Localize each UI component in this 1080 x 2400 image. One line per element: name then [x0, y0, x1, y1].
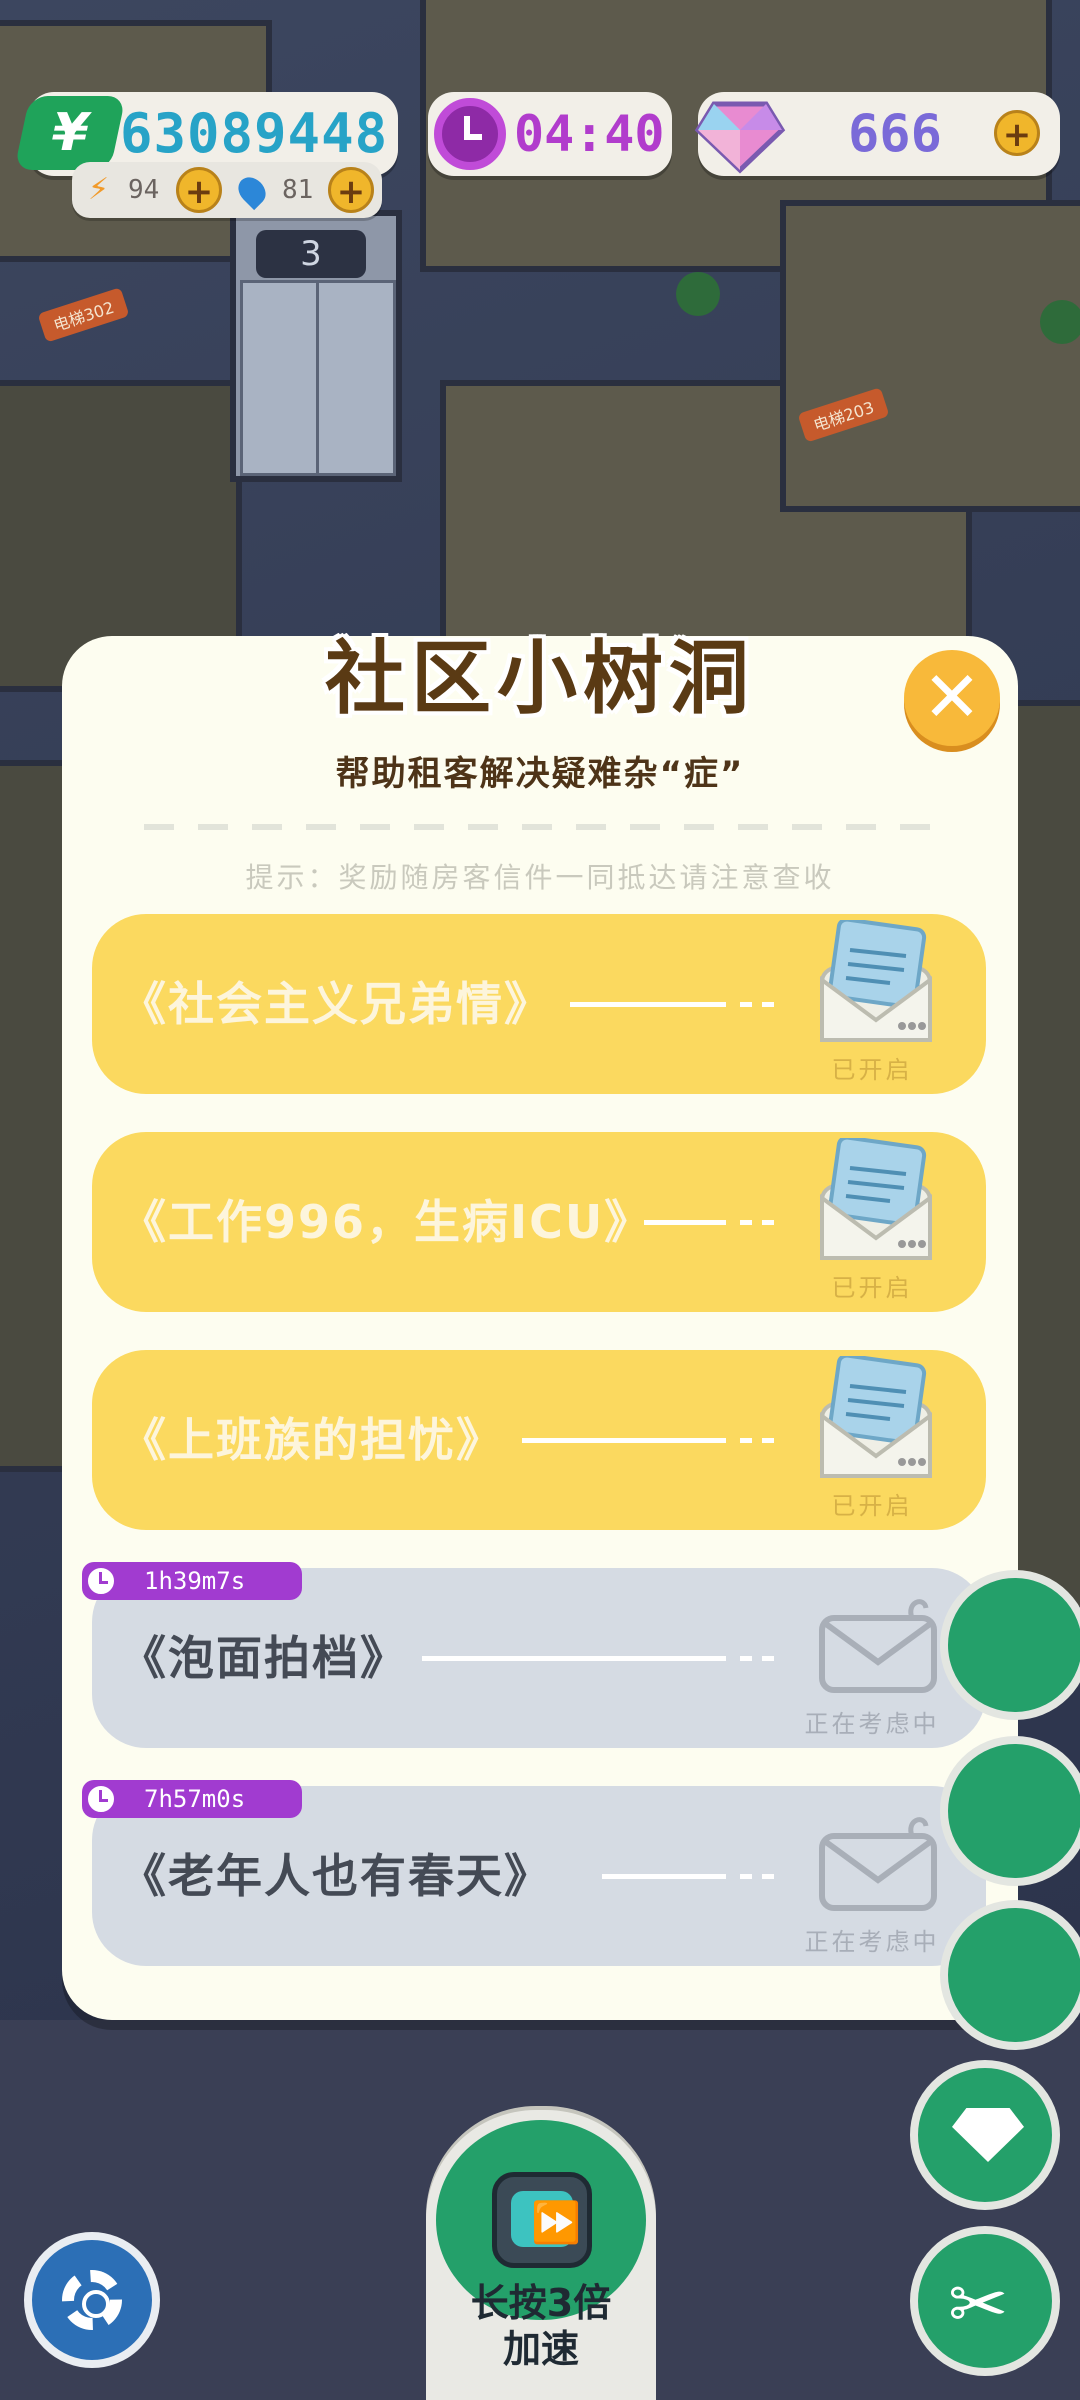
plant-decoration — [676, 272, 720, 316]
gem-display: 666 + — [694, 92, 1060, 176]
clock-icon — [434, 98, 506, 170]
elevator-door-right — [316, 280, 396, 476]
letter-dash-line — [644, 1220, 776, 1225]
side-menu-button[interactable] — [940, 1736, 1080, 1886]
dialog-subtitle: 帮助租客解决疑难杂“症” — [335, 754, 745, 794]
gem-value: 666 — [848, 104, 942, 164]
letter-row[interactable]: 《上班族的担忧》 已开启 — [92, 1350, 986, 1530]
tools-button[interactable]: ✂ — [910, 2226, 1060, 2376]
settings-button[interactable] — [24, 2232, 160, 2368]
hint-text: 提示：奖励随房客信件一同抵达请注意查收 — [245, 861, 835, 894]
speed-label-line2: 加速 — [502, 2327, 579, 2371]
closed-envelope-icon — [819, 1817, 937, 1911]
letter-row[interactable]: 《社会主义兄弟情》 已开启 — [92, 914, 986, 1094]
plant-decoration — [1040, 300, 1080, 344]
letter-title: 《社会主义兄弟情》 — [120, 977, 552, 1031]
letter-status: 正在考虑中 — [804, 1710, 940, 1738]
elevator-floor-display: 3 — [256, 230, 366, 278]
gem-icon — [694, 101, 786, 174]
water-drop-icon — [232, 171, 272, 211]
time-value: 04:40 — [514, 105, 665, 163]
letter-status: 已开启 — [831, 1492, 913, 1520]
open-envelope-icon — [820, 1138, 932, 1260]
hold-to-speed-up-button[interactable]: ⏩ 长按3倍 加速 — [426, 2110, 656, 2400]
diamond-shop-button[interactable] — [910, 2060, 1060, 2210]
tv-fast-forward-icon: ⏩ — [492, 2172, 592, 2268]
letter-dash-line — [422, 1656, 776, 1661]
letter-status: 正在考虑中 — [804, 1928, 940, 1956]
water-value: 81 — [282, 175, 314, 205]
resource-bar: ⚡ 94 + 81 + — [72, 162, 382, 218]
letter-dash-line — [602, 1874, 776, 1879]
gear-icon — [62, 2270, 122, 2330]
elevator-door-left — [240, 280, 320, 476]
fast-forward-glyph: ⏩ — [531, 2200, 581, 2246]
side-menu-button[interactable] — [940, 1900, 1080, 2050]
open-envelope-icon — [820, 1356, 932, 1478]
add-water-button[interactable]: + — [328, 167, 374, 213]
speed-label: 长按3倍 加速 — [426, 2280, 656, 2372]
letter-dash-line — [522, 1438, 776, 1443]
letter-status: 已开启 — [831, 1274, 913, 1302]
energy-value: 94 — [128, 175, 160, 205]
elevator: 3 — [230, 210, 402, 482]
letter-title: 《老年人也有春天》 — [120, 1849, 552, 1903]
closed-envelope-icon — [819, 1599, 937, 1693]
elevator-tag-left: 电梯302 — [37, 287, 130, 343]
speed-label-line1: 长按3倍 — [470, 2281, 612, 2325]
side-menu-button[interactable] — [940, 1570, 1080, 1720]
close-button[interactable]: ✕ — [904, 650, 1000, 746]
money-value: 63089448 — [120, 102, 389, 165]
timer-clock-icon — [84, 1564, 118, 1598]
letter-row[interactable]: 1h39m7s 《泡面拍档》 正在考虑中 — [82, 1562, 986, 1748]
add-gems-button[interactable]: + — [994, 110, 1040, 156]
divider — [144, 824, 936, 830]
letter-row[interactable]: 7h57m0s 《老年人也有春天》 正在考虑中 — [82, 1780, 986, 1966]
tree-hole-dialog: 社区小树洞 ✕ 帮助租客解决疑难杂“症” 提示：奖励随房客信件一同抵达请注意查收… — [62, 632, 1018, 2020]
energy-icon: ⚡ — [88, 172, 110, 207]
diamond-icon — [952, 2108, 1024, 2162]
time-display: 04:40 — [428, 92, 672, 176]
letter-title: 《上班族的担忧》 — [120, 1413, 504, 1467]
letter-status: 已开启 — [831, 1056, 913, 1084]
letter-title: 《泡面拍档》 — [120, 1631, 408, 1685]
letter-dash-line — [570, 1002, 776, 1007]
letter-title: 《工作996，生病ICU》 — [120, 1195, 653, 1249]
wrench-hammer-icon: ✂ — [948, 2262, 1009, 2346]
timer-clock-icon — [84, 1782, 118, 1816]
money-icon: ¥ — [14, 96, 126, 170]
apartment-room — [780, 200, 1080, 512]
dialog-title: 社区小树洞 — [325, 632, 755, 725]
add-energy-button[interactable]: + — [176, 167, 222, 213]
open-envelope-icon — [820, 920, 932, 1042]
letter-row[interactable]: 《工作996，生病ICU》 已开启 — [92, 1132, 986, 1312]
